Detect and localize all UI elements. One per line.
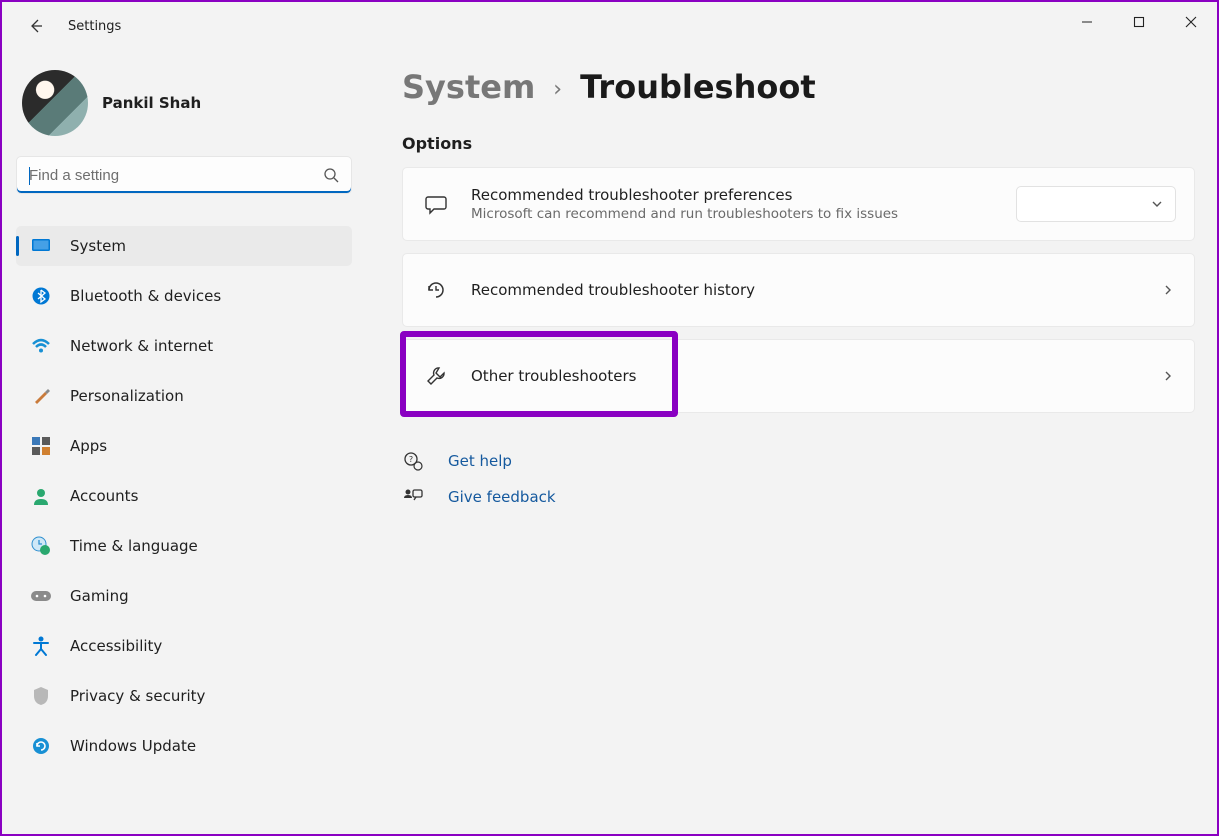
sidebar-item-label: Time & language bbox=[70, 537, 198, 555]
get-help-label[interactable]: Get help bbox=[448, 452, 512, 470]
row-title: Other troubleshooters bbox=[471, 367, 636, 385]
sidebar-item-label: Windows Update bbox=[70, 737, 196, 755]
svg-text:?: ? bbox=[409, 455, 413, 464]
sidebar-item-accounts[interactable]: Accounts bbox=[16, 476, 352, 516]
wifi-icon bbox=[30, 338, 52, 354]
bluetooth-icon bbox=[30, 287, 52, 305]
give-feedback-label[interactable]: Give feedback bbox=[448, 488, 556, 506]
troubleshooter-preferences-row[interactable]: Recommended troubleshooter preferences M… bbox=[402, 167, 1195, 241]
sidebar-item-label: Apps bbox=[70, 437, 107, 455]
clock-globe-icon bbox=[30, 536, 52, 556]
nav-sidebar: System Bluetooth & devices Network & int… bbox=[16, 226, 352, 766]
sidebar-item-gaming[interactable]: Gaming bbox=[16, 576, 352, 616]
close-icon bbox=[1185, 16, 1197, 28]
window-maximize-button[interactable] bbox=[1113, 2, 1165, 42]
breadcrumb: System › Troubleshoot bbox=[402, 68, 1195, 106]
sidebar-item-network[interactable]: Network & internet bbox=[16, 326, 352, 366]
row-subtitle: Microsoft can recommend and run troubles… bbox=[471, 206, 898, 222]
sidebar-item-label: Gaming bbox=[70, 587, 129, 605]
chevron-down-icon bbox=[1151, 198, 1163, 210]
help-icon: ? bbox=[402, 451, 424, 471]
sidebar-item-time-language[interactable]: Time & language bbox=[16, 526, 352, 566]
other-troubleshooters-row[interactable]: Other troubleshooters bbox=[402, 339, 1195, 413]
shield-icon bbox=[30, 686, 52, 706]
sidebar-item-windows-update[interactable]: Windows Update bbox=[16, 726, 352, 766]
sidebar-item-label: Bluetooth & devices bbox=[70, 287, 221, 305]
sidebar-item-accessibility[interactable]: Accessibility bbox=[16, 626, 352, 666]
chevron-right-icon: › bbox=[553, 77, 562, 102]
chat-icon bbox=[423, 193, 449, 215]
paintbrush-icon bbox=[30, 386, 52, 406]
display-icon bbox=[30, 238, 52, 254]
get-help-link[interactable]: ? Get help bbox=[402, 443, 1195, 479]
wrench-icon bbox=[423, 365, 449, 387]
window-minimize-button[interactable] bbox=[1061, 2, 1113, 42]
breadcrumb-parent[interactable]: System bbox=[402, 68, 535, 106]
section-label: Options bbox=[402, 134, 1195, 153]
give-feedback-link[interactable]: Give feedback bbox=[402, 479, 1195, 515]
arrow-left-icon bbox=[28, 18, 44, 34]
search-icon bbox=[323, 167, 339, 183]
sidebar-item-system[interactable]: System bbox=[16, 226, 352, 266]
feedback-icon bbox=[402, 488, 424, 506]
avatar[interactable] bbox=[22, 70, 88, 136]
search-field[interactable] bbox=[29, 167, 311, 184]
troubleshooter-history-row[interactable]: Recommended troubleshooter history bbox=[402, 253, 1195, 327]
profile-name[interactable]: Pankil Shah bbox=[102, 94, 201, 112]
search-input[interactable] bbox=[16, 156, 352, 194]
page-title: Troubleshoot bbox=[580, 68, 816, 106]
sidebar-item-personalization[interactable]: Personalization bbox=[16, 376, 352, 416]
back-button[interactable] bbox=[20, 10, 52, 42]
apps-icon bbox=[30, 437, 52, 455]
preferences-dropdown[interactable] bbox=[1016, 186, 1176, 222]
row-title: Recommended troubleshooter preferences bbox=[471, 186, 898, 204]
person-icon bbox=[30, 487, 52, 505]
window-close-button[interactable] bbox=[1165, 2, 1217, 42]
sidebar-item-label: Network & internet bbox=[70, 337, 213, 355]
history-icon bbox=[423, 279, 449, 301]
minimize-icon bbox=[1081, 16, 1093, 28]
sidebar-item-label: Personalization bbox=[70, 387, 184, 405]
chevron-right-icon bbox=[1162, 284, 1174, 296]
sidebar-item-apps[interactable]: Apps bbox=[16, 426, 352, 466]
gamepad-icon bbox=[30, 589, 52, 603]
chevron-right-icon bbox=[1162, 370, 1174, 382]
sidebar-item-bluetooth[interactable]: Bluetooth & devices bbox=[16, 276, 352, 316]
sidebar-item-privacy[interactable]: Privacy & security bbox=[16, 676, 352, 716]
app-title: Settings bbox=[68, 19, 121, 34]
sidebar-item-label: System bbox=[70, 237, 126, 255]
row-title: Recommended troubleshooter history bbox=[471, 281, 755, 299]
update-icon bbox=[30, 737, 52, 755]
sidebar-item-label: Accounts bbox=[70, 487, 138, 505]
sidebar-item-label: Accessibility bbox=[70, 637, 162, 655]
maximize-icon bbox=[1133, 16, 1145, 28]
accessibility-icon bbox=[30, 636, 52, 656]
sidebar-item-label: Privacy & security bbox=[70, 687, 205, 705]
